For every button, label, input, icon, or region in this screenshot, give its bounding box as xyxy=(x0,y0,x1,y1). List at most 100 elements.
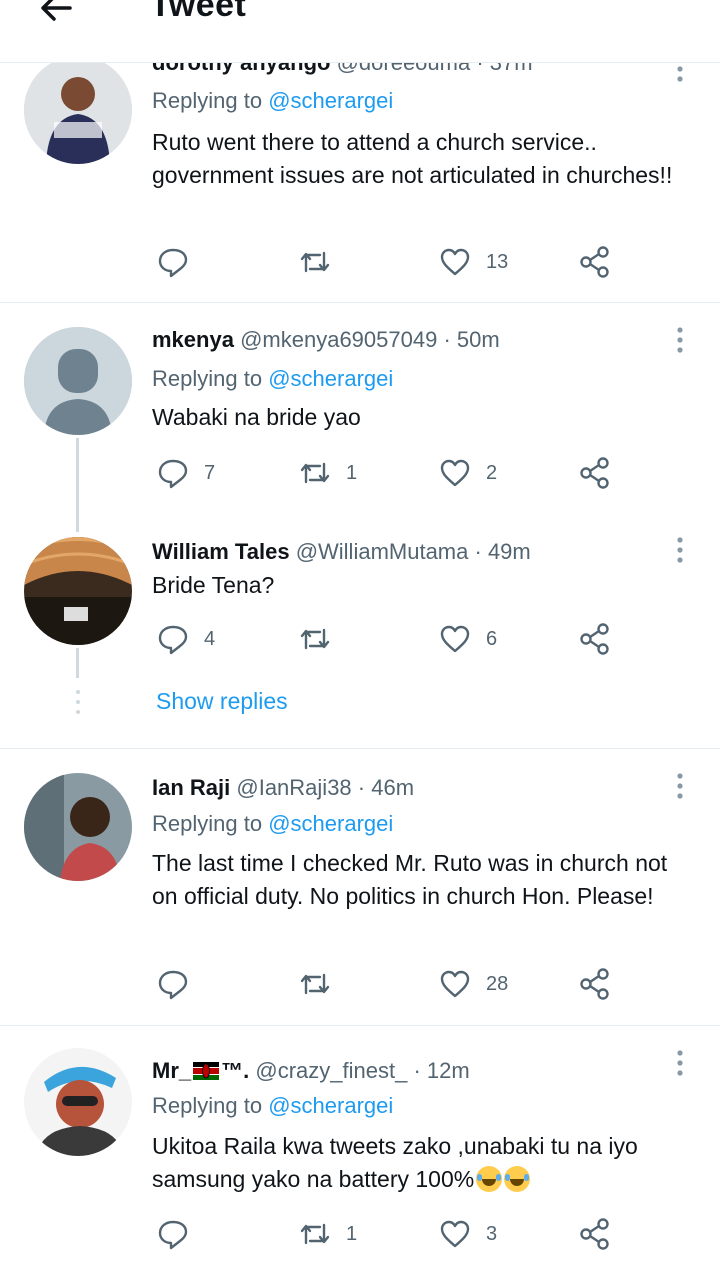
timestamp[interactable]: · 12m xyxy=(413,1058,469,1083)
tweet-header: mkenya @mkenya69057049 · 50m xyxy=(152,327,500,353)
retweet-icon xyxy=(300,628,330,650)
retweet-icon xyxy=(300,462,330,484)
thread-connector xyxy=(76,438,79,532)
handle[interactable]: @IanRaji38 xyxy=(236,775,351,800)
kenya-flag-icon xyxy=(193,1062,220,1080)
display-name[interactable]: William Tales xyxy=(152,539,290,564)
retweet-count: 1 xyxy=(346,1222,358,1245)
tweet-header: Ian Raji @IanRaji38 · 46m xyxy=(152,775,414,801)
reply-icon xyxy=(158,970,188,1000)
tweet-text: Bride Tena? xyxy=(152,572,275,598)
retweet-icon xyxy=(300,973,330,995)
handle[interactable]: @mkenya69057049 xyxy=(240,327,437,352)
replying-label: Replying to xyxy=(152,88,263,113)
more-options-icon[interactable] xyxy=(670,535,690,565)
like-button[interactable]: 6 xyxy=(438,621,497,657)
like-count: 2 xyxy=(486,461,498,484)
tweet-mr[interactable]: Mr_ ™. @crazy_finest_ · 12m Replying to @… xyxy=(0,1026,720,1264)
reply-button[interactable] xyxy=(156,244,204,280)
reply-button[interactable]: 4 xyxy=(156,621,215,657)
more-options-icon[interactable] xyxy=(670,325,690,355)
replying-to: Replying to @scherargei xyxy=(152,88,393,114)
tweet-mkenya[interactable]: mkenya @mkenya69057049 · 50m Replying to… xyxy=(0,303,720,523)
retweet-button[interactable] xyxy=(298,966,346,1002)
avatar[interactable] xyxy=(24,537,132,645)
thread-dots xyxy=(76,690,80,720)
page-title: Tweet xyxy=(150,0,247,24)
replying-label: Replying to xyxy=(152,1093,263,1118)
reply-count: 7 xyxy=(204,461,216,484)
laughing-emoji-icon xyxy=(504,1166,531,1192)
display-name-suffix: ™. xyxy=(221,1058,250,1083)
timestamp[interactable]: · 49m xyxy=(475,539,531,564)
like-button[interactable]: 13 xyxy=(438,244,508,280)
like-button[interactable]: 2 xyxy=(438,455,497,491)
top-bar: Tweet xyxy=(0,0,720,63)
avatar[interactable] xyxy=(24,773,132,881)
reply-button[interactable]: 7 xyxy=(156,455,215,491)
display-name[interactable]: mkenya xyxy=(152,327,234,352)
tweet-text-content: Ukitoa Raila kwa tweets zako ,unabaki tu… xyxy=(152,1133,638,1192)
mention-link[interactable]: @scherargei xyxy=(268,811,393,836)
retweet-button[interactable]: 1 xyxy=(298,455,357,491)
reply-count: 4 xyxy=(204,627,216,650)
retweet-button[interactable] xyxy=(298,244,346,280)
like-count: 3 xyxy=(486,1222,498,1245)
tweet-william[interactable]: William Tales @WilliamMutama · 49m Bride… xyxy=(0,523,720,683)
tweet-text: Wabaki na bride yao xyxy=(152,404,361,430)
replying-label: Replying to xyxy=(152,366,263,391)
more-options-icon[interactable] xyxy=(670,771,690,801)
reply-icon xyxy=(158,459,188,489)
heart-icon xyxy=(440,1220,470,1248)
handle[interactable]: @crazy_finest_ xyxy=(255,1058,407,1083)
display-name[interactable]: Ian Raji xyxy=(152,775,230,800)
retweet-icon xyxy=(300,1223,330,1245)
retweet-button[interactable]: 1 xyxy=(298,1216,357,1252)
retweet-button[interactable] xyxy=(298,621,346,657)
retweet-icon xyxy=(300,251,330,273)
thread-connector xyxy=(76,648,79,678)
share-button[interactable] xyxy=(578,621,612,657)
share-icon xyxy=(580,246,609,278)
reply-button[interactable] xyxy=(156,1216,204,1252)
reply-icon xyxy=(158,248,188,278)
mention-link[interactable]: @scherargei xyxy=(268,366,393,391)
more-options-icon[interactable] xyxy=(670,1048,690,1078)
tweet-ian[interactable]: Ian Raji @IanRaji38 · 46m Replying to @s… xyxy=(0,749,720,1025)
show-replies-link[interactable]: Show replies xyxy=(156,688,288,715)
back-arrow-icon[interactable] xyxy=(36,0,76,28)
heart-icon xyxy=(440,625,470,653)
heart-icon xyxy=(440,970,470,998)
like-count: 6 xyxy=(486,627,498,650)
timestamp[interactable]: · 46m xyxy=(358,775,414,800)
tweet-header: Mr_ ™. @crazy_finest_ · 12m xyxy=(152,1058,470,1084)
display-name-prefix: Mr_ xyxy=(152,1058,192,1083)
tweet-text: Ruto went there to attend a church servi… xyxy=(152,129,673,188)
replying-to: Replying to @scherargei xyxy=(152,1093,393,1119)
mention-link[interactable]: @scherargei xyxy=(268,1093,393,1118)
replying-to: Replying to @scherargei xyxy=(152,366,393,392)
tweet-text: Ukitoa Raila kwa tweets zako ,unabaki tu… xyxy=(152,1130,692,1196)
like-button[interactable]: 3 xyxy=(438,1216,497,1252)
share-button[interactable] xyxy=(578,244,612,280)
like-count: 13 xyxy=(486,250,509,273)
replying-label: Replying to xyxy=(152,811,263,836)
avatar[interactable] xyxy=(24,56,132,164)
retweet-count: 1 xyxy=(346,461,358,484)
avatar[interactable] xyxy=(24,1048,132,1156)
share-button[interactable] xyxy=(578,966,612,1002)
tweet-header: William Tales @WilliamMutama · 49m xyxy=(152,539,531,565)
share-button[interactable] xyxy=(578,1216,612,1252)
reply-button[interactable] xyxy=(156,966,204,1002)
display-name[interactable]: Mr_ ™. xyxy=(152,1058,249,1083)
like-button[interactable]: 28 xyxy=(438,966,508,1002)
share-icon xyxy=(580,623,609,655)
timestamp[interactable]: · 50m xyxy=(443,327,499,352)
share-button[interactable] xyxy=(578,455,612,491)
heart-icon xyxy=(440,459,470,487)
replying-to: Replying to @scherargei xyxy=(152,811,393,837)
avatar[interactable] xyxy=(24,327,132,435)
handle[interactable]: @WilliamMutama xyxy=(296,539,469,564)
share-icon xyxy=(580,1218,609,1250)
mention-link[interactable]: @scherargei xyxy=(268,88,393,113)
